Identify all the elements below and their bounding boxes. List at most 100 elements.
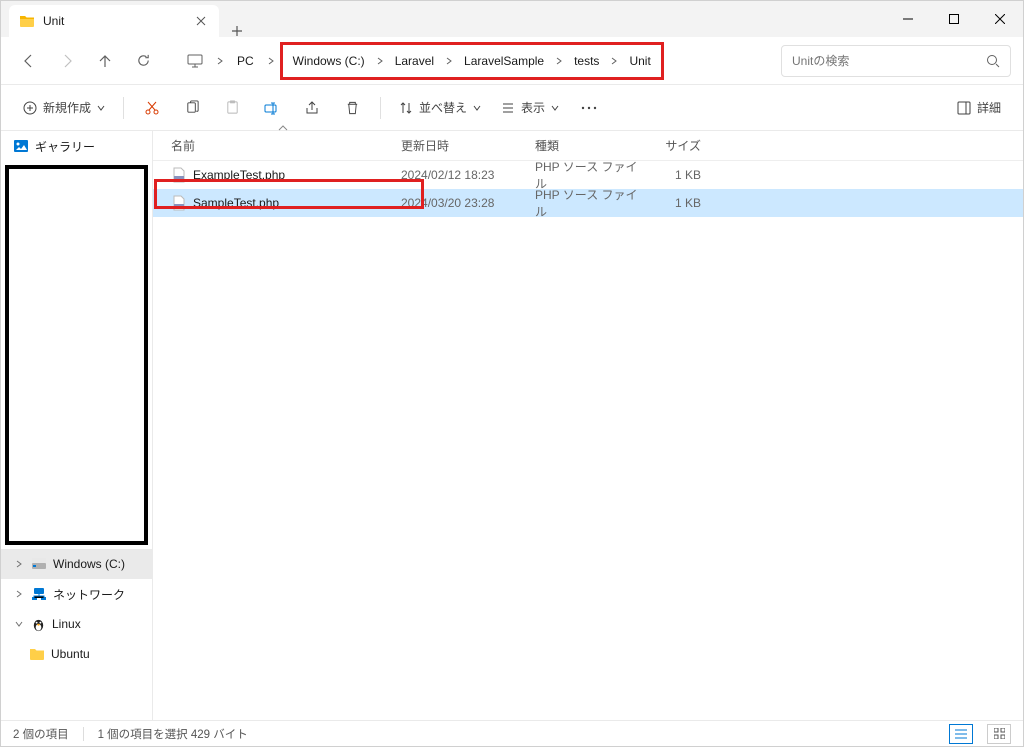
address-row: PC Windows (C:) Laravel LaravelSample te… (1, 37, 1023, 85)
sidebar-network[interactable]: ネットワーク (1, 579, 152, 609)
sidebar-label: ネットワーク (53, 586, 125, 603)
breadcrumb[interactable]: PC Windows (C:) Laravel LaravelSample te… (173, 44, 765, 78)
search-icon (986, 54, 1000, 68)
share-icon (304, 100, 320, 116)
sidebar-label: ギャラリー (35, 138, 95, 155)
file-name: ExampleTest.php (193, 168, 285, 182)
chevron-right-icon[interactable] (264, 57, 278, 65)
plus-icon (231, 25, 243, 37)
search-input[interactable] (792, 54, 986, 68)
breadcrumb-item[interactable]: Unit (621, 47, 658, 75)
breadcrumb-item[interactable]: LaravelSample (456, 47, 552, 75)
breadcrumb-home[interactable] (179, 47, 211, 75)
more-button[interactable] (571, 92, 607, 124)
sidebar-label: Ubuntu (51, 647, 90, 661)
cut-icon (144, 100, 160, 116)
sort-button[interactable]: 並べ替え (391, 92, 489, 124)
rename-icon (264, 100, 280, 116)
close-button[interactable] (977, 1, 1023, 37)
breadcrumb-pc[interactable]: PC (229, 47, 262, 75)
sidebar-label: Linux (52, 617, 81, 631)
tab-unit[interactable]: Unit (9, 5, 219, 37)
view-label: 表示 (521, 99, 545, 116)
chevron-down-icon (473, 104, 481, 112)
monitor-icon (187, 54, 203, 68)
chevron-right-icon[interactable] (213, 57, 227, 65)
details-label: 詳細 (977, 99, 1001, 116)
copy-button[interactable] (174, 92, 210, 124)
minimize-button[interactable] (885, 1, 931, 37)
more-icon (581, 106, 597, 110)
breadcrumb-item[interactable]: tests (566, 47, 607, 75)
sort-icon (399, 101, 413, 115)
refresh-button[interactable] (127, 45, 159, 77)
chevron-right-icon[interactable] (552, 57, 566, 65)
file-type: PHP ソース ファイル (535, 186, 641, 220)
chevron-right-icon[interactable] (13, 560, 25, 568)
new-label: 新規作成 (43, 99, 91, 116)
view-grid-button[interactable] (987, 724, 1011, 744)
file-name: SampleTest.php (193, 196, 279, 210)
sort-label: 並べ替え (419, 99, 467, 116)
refresh-icon (136, 53, 151, 68)
linux-icon (31, 617, 46, 632)
sidebar: ギャラリー Windows (C:) ネットワーク Linux Ubuntu (1, 131, 153, 720)
up-button[interactable] (89, 45, 121, 77)
col-name[interactable]: 名前 (171, 137, 401, 154)
chevron-down-icon (97, 104, 105, 112)
breadcrumb-item[interactable]: Laravel (387, 47, 442, 75)
new-button[interactable]: 新規作成 (15, 92, 113, 124)
column-sort-indicator (271, 125, 295, 135)
list-icon (955, 729, 967, 739)
details-icon (957, 101, 971, 115)
trash-icon (345, 100, 360, 116)
sidebar-label: Windows (C:) (53, 557, 125, 571)
copy-icon (185, 100, 200, 115)
back-button[interactable] (13, 45, 45, 77)
drive-icon (31, 557, 47, 571)
rename-button[interactable] (254, 92, 290, 124)
chevron-right-icon[interactable] (13, 590, 25, 598)
details-button[interactable]: 詳細 (949, 92, 1009, 124)
breadcrumb-item[interactable]: Windows (C:) (285, 47, 373, 75)
folder-icon (29, 646, 45, 662)
new-tab-button[interactable] (219, 25, 255, 37)
share-button[interactable] (294, 92, 330, 124)
tab-title: Unit (43, 14, 185, 28)
file-date: 2024/03/20 23:28 (401, 196, 535, 210)
sidebar-gallery[interactable]: ギャラリー (1, 131, 152, 161)
chevron-down-icon[interactable] (13, 620, 25, 628)
file-row[interactable]: ExampleTest.php 2024/02/12 18:23 PHP ソース… (153, 161, 1023, 189)
maximize-icon (949, 14, 959, 24)
breadcrumb-highlight: Windows (C:) Laravel LaravelSample tests… (280, 42, 664, 80)
tab-close-button[interactable] (193, 13, 209, 29)
chevron-right-icon[interactable] (373, 57, 387, 65)
status-selection: 1 個の項目を選択 429 バイト (98, 726, 248, 742)
sidebar-ubuntu[interactable]: Ubuntu (1, 639, 152, 669)
file-row[interactable]: SampleTest.php 2024/03/20 23:28 PHP ソース … (153, 189, 1023, 217)
network-icon (31, 587, 47, 601)
view-button[interactable]: 表示 (493, 92, 567, 124)
col-size[interactable]: サイズ (641, 137, 711, 154)
chevron-right-icon[interactable] (442, 57, 456, 65)
forward-button[interactable] (51, 45, 83, 77)
sidebar-windows-c[interactable]: Windows (C:) (1, 549, 152, 579)
cut-button[interactable] (134, 92, 170, 124)
search-box[interactable] (781, 45, 1011, 77)
view-list-button[interactable] (949, 724, 973, 744)
statusbar: 2 個の項目 1 個の項目を選択 429 バイト (1, 720, 1023, 746)
titlebar: Unit (1, 1, 1023, 37)
arrow-right-icon (59, 53, 75, 69)
maximize-button[interactable] (931, 1, 977, 37)
sidebar-linux[interactable]: Linux (1, 609, 152, 639)
delete-button[interactable] (334, 92, 370, 124)
col-type[interactable]: 種類 (535, 137, 641, 154)
close-icon (196, 16, 206, 26)
chevron-right-icon[interactable] (607, 57, 621, 65)
col-date[interactable]: 更新日時 (401, 137, 535, 154)
close-icon (995, 14, 1005, 24)
paste-button[interactable] (214, 92, 250, 124)
file-size: 1 KB (641, 196, 711, 210)
gallery-icon (13, 138, 29, 154)
grid-icon (994, 728, 1005, 739)
